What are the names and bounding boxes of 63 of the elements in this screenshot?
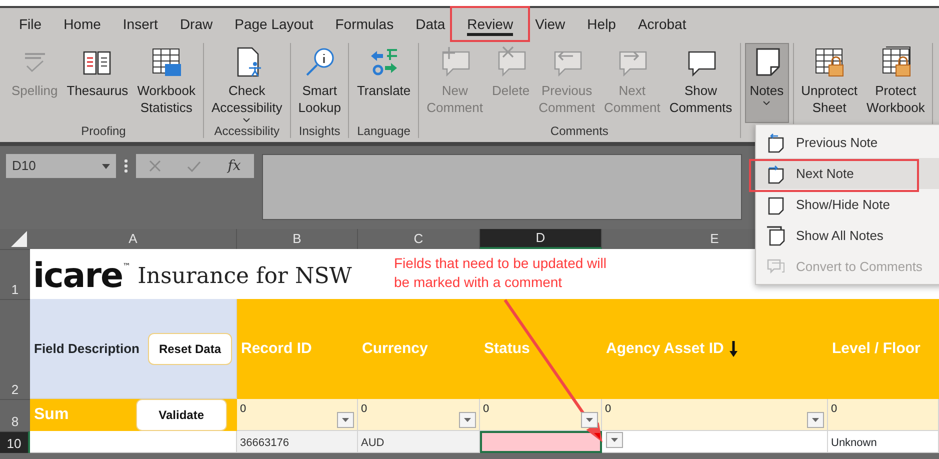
ribbon-tab[interactable]: Acrobat [626,8,698,40]
menu-item[interactable]: Show/Hide Note [756,189,939,220]
ribbon-button[interactable]: Protect Workbook [863,43,928,123]
table-cell[interactable]: 0 [602,399,828,431]
ribbon-tab[interactable]: File [8,8,53,40]
ribbon-button[interactable]: Show Comments [666,43,736,123]
row-header[interactable]: 1 [0,249,30,299]
field-label: Field Description [34,340,140,358]
ribbon-button[interactable]: Unprotect Sheet [798,43,862,123]
cell-reference: D10 [12,157,36,176]
ribbon-tab[interactable]: View [524,8,576,40]
ribbon-button[interactable]: Check Accessibility [208,43,286,123]
insert-function-button[interactable]: fx [228,156,241,176]
cell-value: 0 [240,403,246,415]
column-heading: Level / Floor [832,338,920,359]
cell-value: 0 [361,403,368,415]
table-cell[interactable]: 0 [828,399,939,431]
cell-value: 0 [483,403,490,415]
ribbon-tab[interactable]: Insert [112,8,169,40]
group-label: Accessibility [213,123,281,139]
column-heading: Record ID [241,338,312,359]
ribbon-tab[interactable]: Draw [168,8,224,40]
column-header[interactable]: B [237,229,358,249]
group-label: Comments [549,123,610,139]
table-cell[interactable]: 0 [237,399,358,431]
column-header[interactable]: A [30,229,237,249]
row-header[interactable]: 8 [0,399,30,431]
group-label: Proofing [80,123,127,139]
logo: icare$^{™}$ [33,259,130,293]
ribbon-tab[interactable]: Page Layout [224,8,324,40]
annotation-text: Fields that need to be updated will be marked with a comment [394,254,608,292]
group-label: Language [356,123,412,139]
column-header[interactable]: C [358,229,480,249]
name-box[interactable]: D10 [6,154,116,178]
cell-value: 0 [831,403,838,415]
row-header[interactable]: 2 [0,299,30,399]
row-header[interactable]: 10 [0,431,30,453]
column-heading: Status [484,338,530,359]
table-cell[interactable]: 0 [480,399,602,431]
column-heading: Currency [362,338,428,359]
cell-value: 0 [605,403,612,415]
reset-button[interactable]: Reset Data [148,332,232,364]
ribbon-button[interactable]: Thesaurus [63,43,132,123]
table-cell: Unknown [828,431,939,453]
table-cell: 36663176 [237,431,358,453]
table-cell: AUD [358,431,480,453]
tagline: Insurance for NSW [138,263,352,291]
table-cell[interactable]: 0 [358,399,480,431]
column-header[interactable]: D [480,229,602,249]
ribbon-tab[interactable]: Help [576,8,627,40]
menu-item[interactable]: Next Note [756,158,939,189]
ribbon-button[interactable]: Smart Lookup [294,43,344,123]
ribbon-tab[interactable]: Data [404,8,456,40]
menu-item[interactable]: Previous Note [756,127,939,158]
column-heading: Agency Asset ID [606,338,724,359]
ribbon-button[interactable]: Translate [353,43,414,123]
sum-label: Sum [34,405,69,425]
ribbon-tab[interactable]: Formulas [324,8,405,40]
ribbon-button[interactable]: Notes [744,43,789,123]
ribbon-tab[interactable]: Home [52,8,112,40]
group-label: Insights [298,123,342,139]
ribbon-button[interactable]: Workbook Statistics [134,43,199,123]
validate-button[interactable]: Validate [136,399,227,431]
